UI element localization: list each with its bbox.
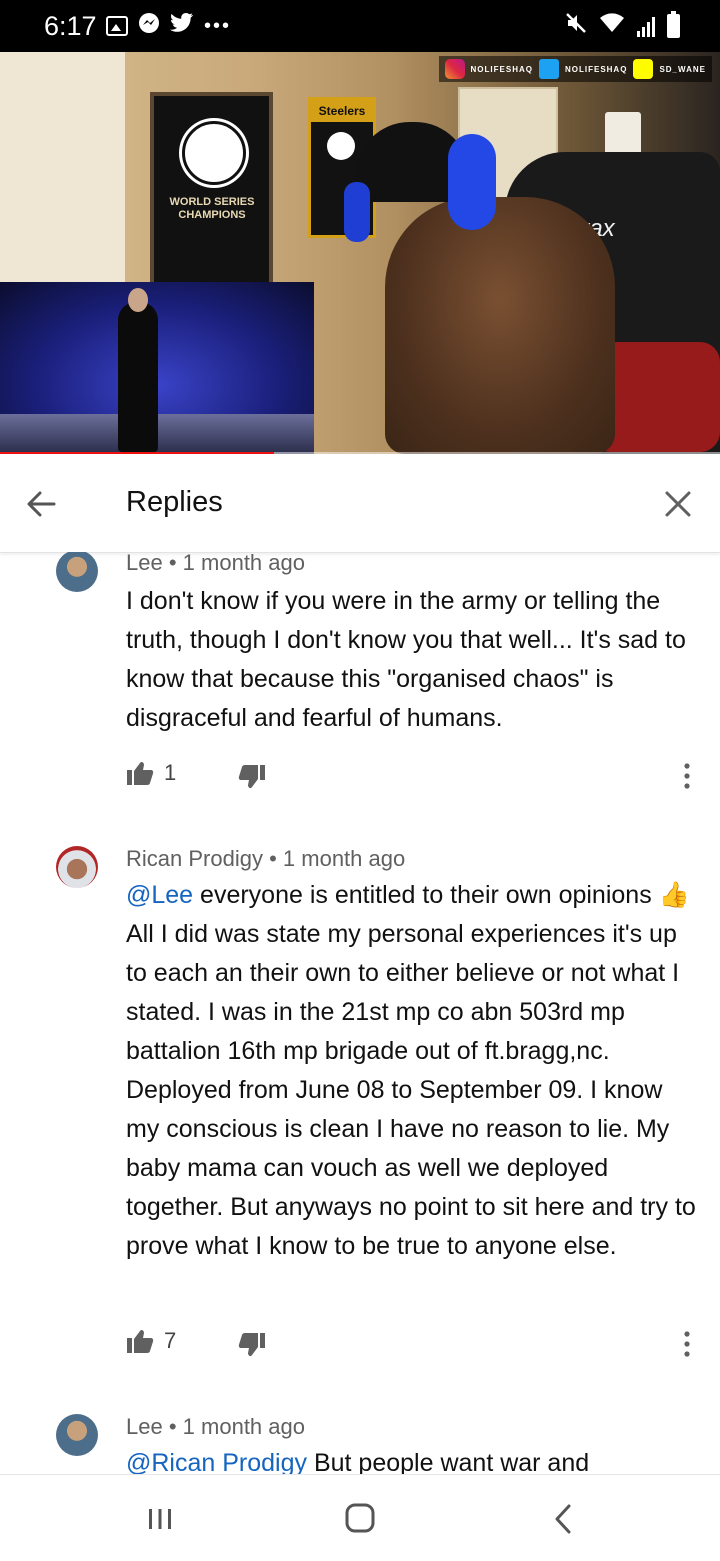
messenger-icon <box>138 12 160 39</box>
meta-separator: • <box>269 846 277 871</box>
comment-meta: Rican Prodigy • 1 month ago <box>126 846 405 872</box>
more-vert-icon[interactable] <box>682 762 692 790</box>
replies-title: Replies <box>126 486 223 518</box>
snapchat-icon <box>633 59 654 79</box>
comment-meta: Lee • 1 month ago <box>126 1414 305 1440</box>
status-bar: 6:17 ••• <box>0 0 720 52</box>
more-dots-icon: ••• <box>204 14 232 37</box>
avatar[interactable] <box>56 1414 98 1456</box>
mention-link[interactable]: @Rican Prodigy <box>126 1449 307 1474</box>
comment-time: 1 month ago <box>182 1414 305 1439</box>
comment-author[interactable]: Rican Prodigy <box>126 846 263 871</box>
video-inset-clip <box>0 282 314 454</box>
battery-icon <box>667 10 680 38</box>
thumbs-up-icon[interactable] <box>126 1328 154 1354</box>
instagram-icon <box>444 59 465 79</box>
comment-time: 1 month ago <box>182 552 305 575</box>
comment-author[interactable]: Lee <box>126 1414 163 1439</box>
twitter-handle: NOLIFESHAQ <box>564 64 628 74</box>
video-player[interactable]: WORLD SERIES CHAMPIONS Steelers Merax NO… <box>0 52 720 454</box>
meta-separator: • <box>168 1414 177 1439</box>
instagram-handle: NOLIFESHAQ <box>470 64 533 74</box>
meta-separator: • <box>168 552 177 575</box>
comment-body: But people want war and <box>307 1449 590 1474</box>
gallery-icon <box>106 15 128 36</box>
thumbs-up-icon[interactable] <box>126 760 154 786</box>
comment-text: I don't know if you were in the army or … <box>126 582 698 738</box>
wifi-icon <box>599 12 625 39</box>
thumbs-down-icon[interactable] <box>238 1332 266 1358</box>
twitter-icon <box>170 13 194 38</box>
status-notification-icons: ••• <box>106 12 231 39</box>
arrow-left-icon <box>27 491 56 517</box>
inset-performer <box>118 302 158 452</box>
comment-body: I don't know if you were in the army or … <box>126 587 686 732</box>
replies-header: Replies <box>0 454 720 553</box>
replies-list[interactable]: Lee • 1 month ago I don't know if you we… <box>0 552 720 1474</box>
video-background-wall <box>0 52 125 282</box>
like-count: 7 <box>164 1328 177 1353</box>
video-yankees-banner: WORLD SERIES CHAMPIONS <box>150 92 273 290</box>
headphone-left-icon <box>344 182 370 242</box>
status-time: 6:17 <box>44 11 97 41</box>
mute-icon <box>565 12 587 39</box>
inset-performer-face <box>128 288 148 312</box>
recent-apps-icon[interactable] <box>146 1505 174 1533</box>
close-button[interactable] <box>656 484 700 524</box>
comment-author[interactable]: Lee <box>126 552 163 575</box>
avatar[interactable] <box>56 552 98 592</box>
yankees-logo-icon <box>182 121 246 185</box>
thumbs-down-icon[interactable] <box>238 764 266 790</box>
mention-link[interactable]: @Lee <box>126 881 193 909</box>
steelers-banner-text: Steelers <box>311 100 373 122</box>
home-icon[interactable] <box>345 1503 375 1533</box>
system-nav-bar <box>0 1474 720 1561</box>
yankees-banner-text: WORLD SERIES CHAMPIONS <box>169 196 255 221</box>
comment-body: everyone is entitled to their own opinio… <box>126 881 696 1260</box>
back-nav-icon[interactable] <box>552 1503 574 1535</box>
like-count: 1 <box>164 760 177 785</box>
comment-text: @Lee everyone is entitled to their own o… <box>126 876 698 1266</box>
close-icon <box>665 491 691 517</box>
steelers-logo-icon <box>327 132 355 160</box>
comment-time: 1 month ago <box>282 846 406 871</box>
video-social-overlay: NOLIFESHAQ NOLIFESHAQ SD_WANE <box>438 56 712 82</box>
avatar[interactable] <box>56 846 98 888</box>
comment-text: @Rican Prodigy But people want war and <box>126 1444 698 1474</box>
signal-icon <box>637 15 655 37</box>
more-vert-icon[interactable] <box>682 1330 692 1358</box>
twitter-icon <box>538 59 559 79</box>
snapchat-handle: SD_WANE <box>659 64 706 74</box>
comment-meta: Lee • 1 month ago <box>126 552 305 576</box>
headphone-right-icon <box>448 134 496 230</box>
status-system-icons <box>565 10 680 39</box>
video-streamer <box>385 197 615 454</box>
back-button[interactable] <box>20 484 64 524</box>
